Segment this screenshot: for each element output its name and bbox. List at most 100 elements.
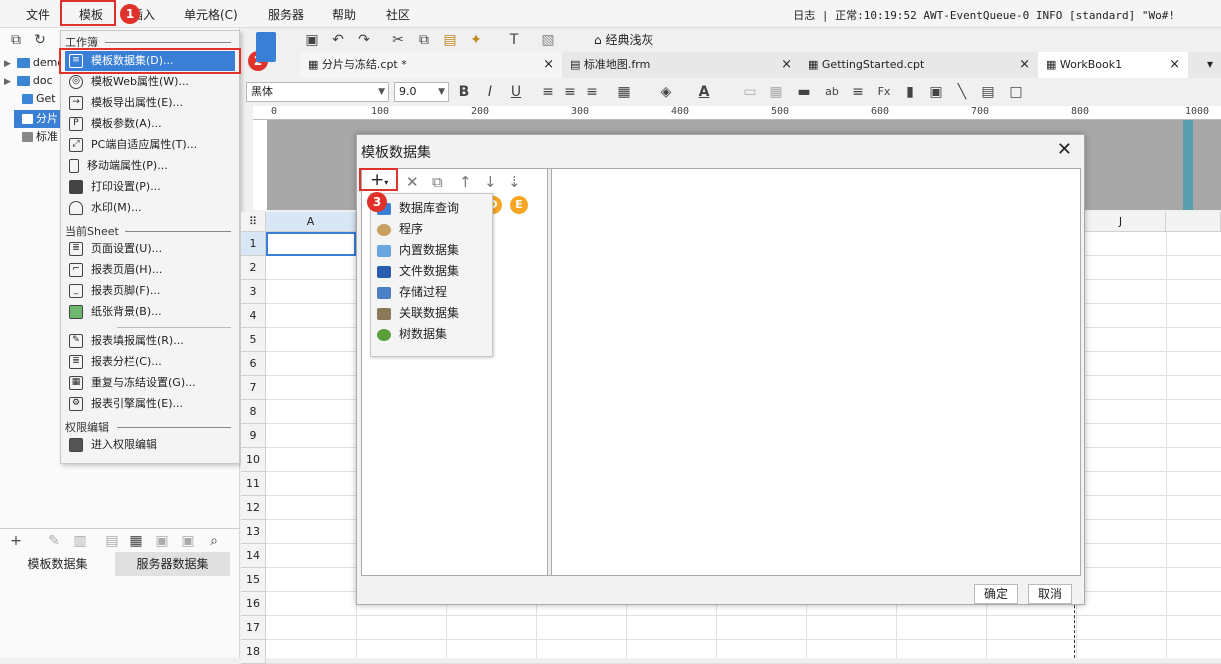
copy-icon[interactable]: ⧉	[432, 173, 443, 191]
ds-program[interactable]: 程序	[377, 219, 423, 239]
sort-icon[interactable]: ⇣	[508, 173, 521, 191]
corner-cell[interactable]: ⠿	[241, 212, 266, 232]
ds-relation[interactable]: 关联数据集	[377, 303, 459, 323]
add-icon[interactable]: +	[8, 533, 24, 549]
search-icon[interactable]: ⌕	[206, 533, 222, 549]
db-refresh-icon[interactable]: ▣	[180, 533, 196, 549]
menu-mobile-attr[interactable]: 移动端属性(P)...	[65, 156, 235, 176]
unmerge-icon[interactable]: ▦	[768, 84, 784, 100]
splitter[interactable]	[547, 169, 552, 575]
tree-item[interactable]: 标准	[14, 128, 58, 146]
row-header[interactable]: 4	[241, 304, 266, 328]
row-header[interactable]: 6	[241, 352, 266, 376]
tree-item[interactable]: ▶ demo	[4, 56, 64, 74]
row-header[interactable]: 7	[241, 376, 266, 400]
subreport-icon[interactable]: ▤	[980, 84, 996, 100]
ds-builtin[interactable]: 内置数据集	[377, 240, 459, 260]
menu-server[interactable]: 服务器	[268, 6, 304, 23]
picture-icon[interactable]: ▣	[928, 84, 944, 100]
menu-web-attr[interactable]: ◎ 模板Web属性(W)...	[65, 72, 235, 92]
font-size-select[interactable]: 9.0 ▼	[394, 82, 449, 102]
ds-db-query[interactable]: 数据库查询	[377, 198, 459, 218]
tab-getting-started[interactable]: ▦ GettingStarted.cpt ×	[800, 52, 1038, 78]
menu-print-settings[interactable]: 打印设置(P)...	[65, 177, 235, 197]
col-header[interactable]	[1166, 212, 1221, 232]
cancel-button[interactable]: 取消	[1028, 584, 1072, 604]
italic-icon[interactable]: I	[482, 84, 498, 100]
move-down-icon[interactable]: ↓	[484, 173, 497, 191]
menu-repeat-freeze[interactable]: ▦ 重复与冻结设置(G)...	[65, 373, 235, 393]
textbox-icon[interactable]: ▬	[796, 84, 812, 100]
menu-cell[interactable]: 单元格(C)	[184, 6, 238, 23]
menu-engine-attr[interactable]: ⚙ 报表引擎属性(E)...	[65, 394, 235, 414]
move-up-icon[interactable]: ↑	[459, 173, 472, 191]
ds-tree[interactable]: 树数据集	[377, 324, 447, 344]
close-icon[interactable]: ×	[1169, 52, 1180, 78]
delete-icon[interactable]: ✕	[406, 173, 419, 191]
tab-map[interactable]: ▤ 标准地图.frm ×	[562, 52, 800, 78]
tree-item[interactable]: ▶ doc	[4, 74, 53, 92]
menu-report-footer[interactable]: _ 报表页脚(F)...	[65, 281, 235, 301]
col-header-a[interactable]: A	[266, 212, 356, 232]
text-icon[interactable]: T	[506, 32, 522, 48]
paragraph-icon[interactable]: ≡	[850, 84, 866, 100]
cut-icon[interactable]: ✂	[390, 32, 406, 48]
tree-item[interactable]: Get	[14, 92, 56, 110]
row-header[interactable]: 18	[241, 640, 266, 664]
save-icon[interactable]: ▣	[304, 32, 320, 48]
tab-menu-icon[interactable]: ▾	[1207, 57, 1213, 71]
menu-watermark[interactable]: 水印(M)...	[65, 198, 235, 218]
undo-icon[interactable]: ↶	[330, 32, 346, 48]
tab-workbook1[interactable]: ▦ WorkBook1 ×	[1038, 52, 1188, 78]
border-icon[interactable]: ▦	[616, 84, 632, 100]
text-field-icon[interactable]: ab	[824, 84, 840, 100]
delete-icon[interactable]: ▥	[72, 533, 88, 549]
row-header[interactable]: 14	[241, 544, 266, 568]
row-header[interactable]: 15	[241, 568, 266, 592]
fill-color-icon[interactable]: ◈	[658, 84, 674, 100]
tab-freeze[interactable]: ▦ 分片与冻结.cpt * ×	[300, 52, 562, 78]
dataset-icon[interactable]: ▦	[128, 533, 144, 549]
col-header-j[interactable]: J	[1076, 212, 1166, 232]
template-icon[interactable]	[256, 32, 276, 62]
align-right-icon[interactable]: ≡	[584, 84, 600, 100]
tab-server-dataset[interactable]: 服务器数据集	[115, 552, 230, 576]
ds-stored-procedure[interactable]: 存储过程	[377, 282, 447, 302]
copy-icon[interactable]: ⧉	[416, 32, 432, 48]
menu-fill-attr[interactable]: ✎ 报表填报属性(R)...	[65, 331, 235, 351]
align-center-icon[interactable]: ≡	[562, 84, 578, 100]
menu-help[interactable]: 帮助	[332, 6, 356, 23]
tab-template-dataset[interactable]: 模板数据集	[0, 552, 115, 576]
row-header[interactable]: 16	[241, 592, 266, 616]
bold-icon[interactable]: B	[456, 84, 472, 100]
row-header[interactable]: 5	[241, 328, 266, 352]
format-painter-icon[interactable]: ✦	[468, 32, 484, 48]
menu-page-setup[interactable]: ≣ 页面设置(U)...	[65, 239, 235, 259]
close-icon[interactable]: ×	[781, 52, 792, 78]
edit-icon[interactable]: ✎	[46, 533, 62, 549]
refresh-icon[interactable]: ↻	[32, 32, 48, 48]
preview-icon[interactable]: ▤	[104, 533, 120, 549]
paste-icon[interactable]: ▤	[442, 32, 458, 48]
menu-columns[interactable]: ≣ 报表分栏(C)...	[65, 352, 235, 372]
row-header[interactable]: 11	[241, 472, 266, 496]
row-header[interactable]: 8	[241, 400, 266, 424]
row-header[interactable]: 2	[241, 256, 266, 280]
more-icon[interactable]: □	[1008, 84, 1024, 100]
merge-icon[interactable]: ▭	[742, 84, 758, 100]
tree-item-selected[interactable]: 分片	[14, 110, 60, 128]
row-header[interactable]: 17	[241, 616, 266, 640]
row-header[interactable]: 13	[241, 520, 266, 544]
ok-button[interactable]: 确定	[974, 584, 1018, 604]
db-icon[interactable]: ▣	[154, 533, 170, 549]
close-icon[interactable]: ×	[1019, 52, 1030, 78]
menu-template-params[interactable]: P 模板参数(A)...	[65, 114, 235, 134]
menu-pc-adaptive[interactable]: ⤢ PC端自适应属性(T)...	[65, 135, 235, 155]
menu-permission-edit[interactable]: 进入权限编辑	[65, 435, 235, 455]
chart-icon[interactable]: ▧	[540, 32, 556, 48]
menu-paper-background[interactable]: 纸张背景(B)...	[65, 302, 235, 322]
theme-switch[interactable]: ⌂ 经典浅灰	[594, 31, 653, 48]
menu-file[interactable]: 文件	[26, 6, 50, 23]
redo-icon[interactable]: ↷	[356, 32, 372, 48]
close-icon[interactable]: ×	[543, 52, 554, 78]
